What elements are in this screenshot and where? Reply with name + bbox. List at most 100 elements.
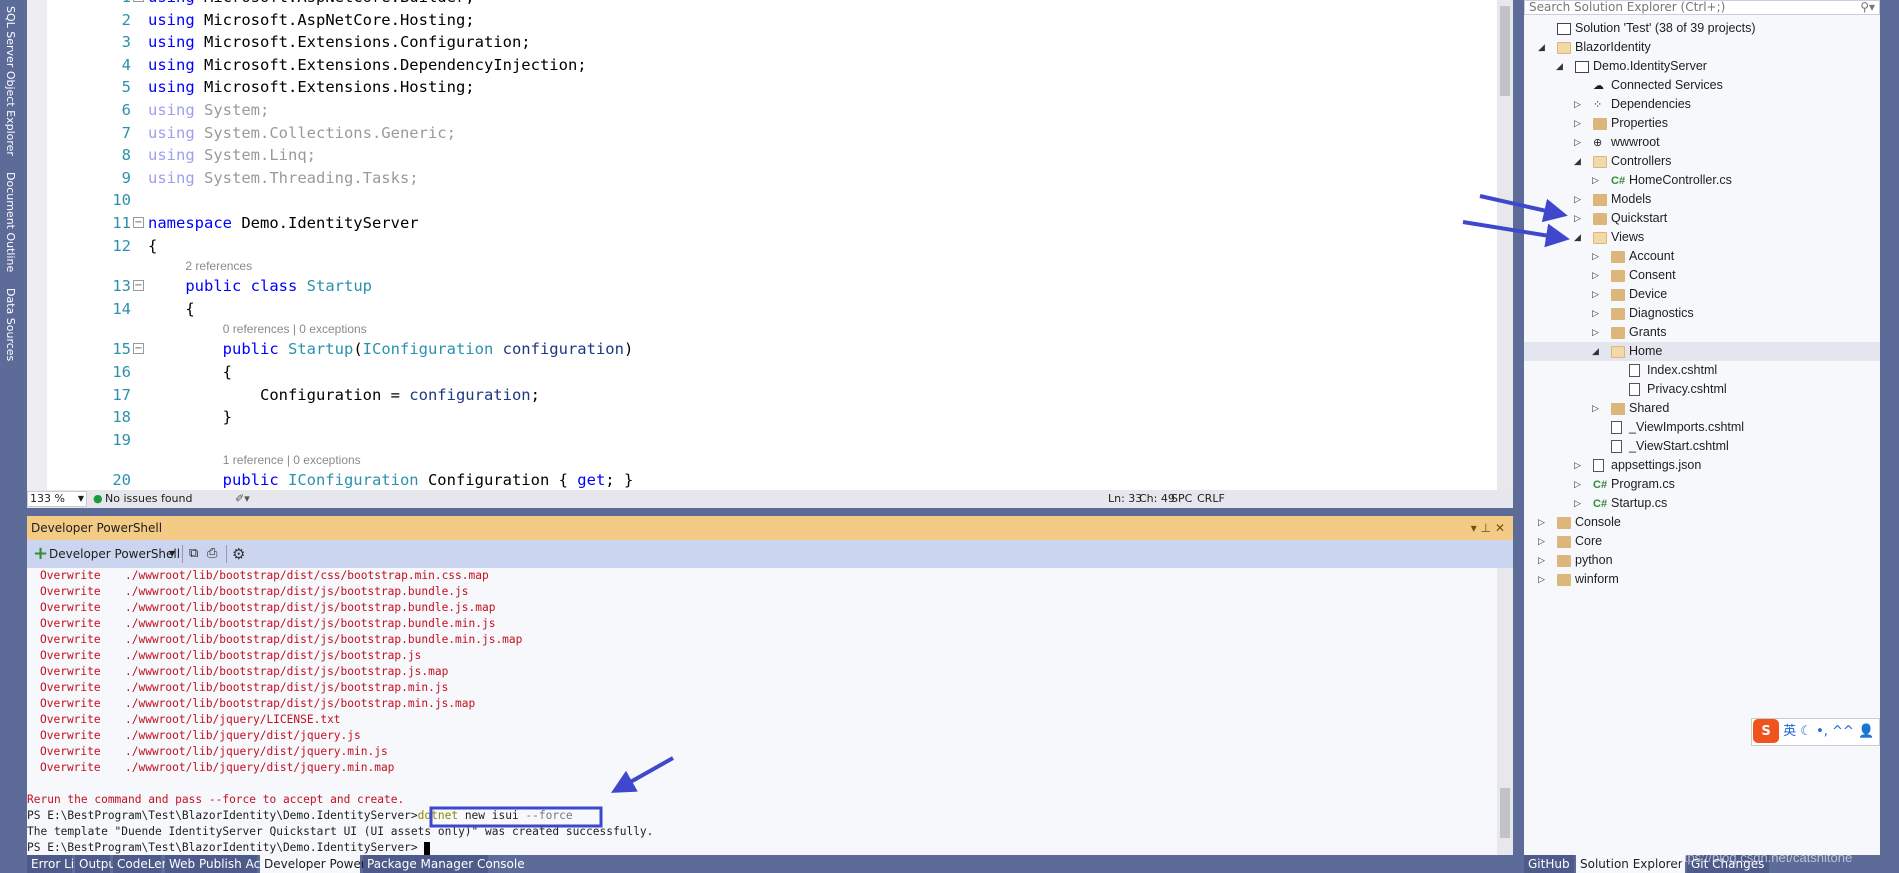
tree-item[interactable]: ▷ C# Startup.cs bbox=[1524, 494, 1880, 513]
emoji-icon[interactable]: ^^ bbox=[1832, 724, 1854, 739]
tree-item[interactable]: Privacy.cshtml bbox=[1524, 380, 1880, 399]
expand-arrow-icon[interactable]: ▷ bbox=[1592, 247, 1599, 266]
tree-item[interactable]: ▷ Grants bbox=[1524, 323, 1880, 342]
tree-item[interactable]: ▷ winform bbox=[1524, 570, 1880, 589]
tree-item[interactable]: Solution 'Test' (38 of 39 projects) bbox=[1524, 19, 1880, 38]
expand-arrow-icon[interactable]: ▷ bbox=[1538, 513, 1545, 532]
copy-icon[interactable]: ⧉ bbox=[189, 540, 198, 568]
expand-arrow-icon[interactable]: ▷ bbox=[1574, 456, 1581, 475]
tree-item[interactable]: ▷ Properties bbox=[1524, 114, 1880, 133]
collapse-arrow-icon[interactable]: ◢ bbox=[1538, 38, 1545, 57]
collapse-icon[interactable]: − bbox=[133, 280, 144, 292]
tree-item[interactable]: ▷ Shared bbox=[1524, 399, 1880, 418]
ime-mode[interactable]: 英 bbox=[1783, 724, 1796, 739]
tab-web-publish-activity[interactable]: Web Publish Activity bbox=[165, 855, 290, 873]
expand-arrow-icon[interactable]: ▷ bbox=[1574, 494, 1581, 513]
terminal-output[interactable]: Overwrite ./wwwroot/lib/bootstrap/dist/cs… bbox=[27, 568, 1513, 855]
tree-item[interactable]: ▷ Account bbox=[1524, 247, 1880, 266]
punctuation-icon[interactable]: •, bbox=[1816, 724, 1828, 739]
tab-document-outline[interactable]: Document Outline bbox=[4, 172, 17, 272]
collapse-arrow-icon[interactable]: ◢ bbox=[1556, 57, 1563, 76]
terminal-scrollbar[interactable] bbox=[1497, 568, 1513, 855]
tree-item[interactable]: ▷ C# Program.cs bbox=[1524, 475, 1880, 494]
tree-item[interactable]: ▷ appsettings.json bbox=[1524, 456, 1880, 475]
close-icon[interactable]: ✕ bbox=[1495, 521, 1505, 535]
tree-item[interactable]: Index.cshtml bbox=[1524, 361, 1880, 380]
collapse-icon[interactable]: − bbox=[133, 343, 144, 355]
tab-github[interactable]: GitHub bbox=[1524, 855, 1574, 873]
expand-arrow-icon[interactable]: ▷ bbox=[1574, 114, 1581, 133]
expand-arrow-icon[interactable]: ▷ bbox=[1574, 95, 1581, 114]
tab-error-list[interactable]: Error List bbox=[27, 855, 85, 873]
expand-arrow-icon[interactable]: ▷ bbox=[1592, 323, 1599, 342]
expand-arrow-icon[interactable]: ▷ bbox=[1592, 171, 1599, 190]
zoom-dropdown[interactable]: 133 % ▼ bbox=[27, 491, 87, 507]
issues-status[interactable]: No issues found bbox=[105, 490, 192, 508]
tree-item[interactable]: ◢ Home bbox=[1524, 342, 1880, 361]
tree-item[interactable]: ▷ Diagnostics bbox=[1524, 304, 1880, 323]
collapse-icon[interactable]: − bbox=[133, 0, 144, 2]
codelens-text[interactable]: 0 references | 0 exceptions bbox=[223, 320, 367, 338]
tree-item[interactable]: ▷ Consent bbox=[1524, 266, 1880, 285]
code-editor[interactable]: 1−using Microsoft.AspNetCore.Builder;2us… bbox=[27, 0, 1513, 490]
tree-item[interactable]: ▷ C# HomeController.cs bbox=[1524, 171, 1880, 190]
gear-icon[interactable]: ⚙ bbox=[232, 540, 245, 568]
codelens-row[interactable]: 1 reference | 0 exceptions bbox=[27, 451, 1497, 469]
tab-solution-explorer[interactable]: Solution Explorer bbox=[1576, 855, 1685, 873]
tab-package-manager-console[interactable]: Package Manager Console bbox=[363, 855, 525, 873]
plus-icon[interactable]: + bbox=[33, 540, 48, 568]
search-icon[interactable]: ⚲▾ bbox=[1860, 1, 1875, 14]
tree-item[interactable]: ▷ ⊕ wwwroot bbox=[1524, 133, 1880, 152]
codelens-text[interactable]: 1 reference | 0 exceptions bbox=[223, 451, 361, 469]
tree-item[interactable]: ▷ Quickstart bbox=[1524, 209, 1880, 228]
codelens-text[interactable]: 2 references bbox=[185, 257, 252, 275]
expand-arrow-icon[interactable]: ▷ bbox=[1574, 190, 1581, 209]
collapse-arrow-icon[interactable]: ◢ bbox=[1574, 228, 1581, 247]
line-number[interactable]: Ln: 33 bbox=[1108, 490, 1142, 508]
tree-item[interactable]: ▷ python bbox=[1524, 551, 1880, 570]
expand-arrow-icon[interactable]: ▷ bbox=[1538, 532, 1545, 551]
solution-search-input[interactable]: Search Solution Explorer (Ctrl+;) ⚲▾ bbox=[1524, 0, 1880, 15]
tree-item[interactable]: _ViewStart.cshtml bbox=[1524, 437, 1880, 456]
cleanup-brush-icon[interactable]: ✐▾ bbox=[235, 490, 250, 508]
tree-item[interactable]: ▷ ⁘ Dependencies bbox=[1524, 95, 1880, 114]
tree-item[interactable]: ▷ Models bbox=[1524, 190, 1880, 209]
tree-item[interactable]: ◢ BlazorIdentity bbox=[1524, 38, 1880, 57]
tree-item[interactable]: ☁ Connected Services bbox=[1524, 76, 1880, 95]
expand-arrow-icon[interactable]: ▷ bbox=[1538, 551, 1545, 570]
dropdown-icon[interactable]: ▾ bbox=[1471, 521, 1477, 535]
expand-arrow-icon[interactable]: ▷ bbox=[1574, 133, 1581, 152]
tab-codelens[interactable]: CodeLens bbox=[113, 855, 175, 873]
tab-developer-powershell[interactable]: Developer PowerShell bbox=[260, 855, 395, 873]
column-number[interactable]: Ch: 49 bbox=[1139, 490, 1175, 508]
tab-output[interactable]: Output bbox=[75, 855, 121, 873]
indent-mode[interactable]: SPC bbox=[1171, 490, 1192, 508]
expand-arrow-icon[interactable]: ▷ bbox=[1592, 266, 1599, 285]
new-terminal-button[interactable]: Developer PowerShell bbox=[49, 540, 180, 568]
collapse-icon[interactable]: − bbox=[133, 216, 144, 228]
expand-arrow-icon[interactable]: ▷ bbox=[1538, 570, 1545, 589]
editor-scrollbar-thumb[interactable] bbox=[1500, 6, 1510, 96]
expand-arrow-icon[interactable]: ▷ bbox=[1574, 209, 1581, 228]
tab-data-sources[interactable]: Data Sources bbox=[4, 288, 17, 361]
expand-arrow-icon[interactable]: ▷ bbox=[1592, 399, 1599, 418]
tab-sql-server-object-explorer[interactable]: SQL Server Object Explorer bbox=[4, 6, 17, 156]
tree-item[interactable]: _ViewImports.cshtml bbox=[1524, 418, 1880, 437]
collapse-arrow-icon[interactable]: ◢ bbox=[1574, 152, 1581, 171]
pin-icon[interactable]: ⊥ bbox=[1481, 521, 1491, 535]
tree-item[interactable]: ◢ Demo.IdentityServer bbox=[1524, 57, 1880, 76]
tree-item[interactable]: ▷ Core bbox=[1524, 532, 1880, 551]
tree-item[interactable]: ◢ Views bbox=[1524, 228, 1880, 247]
ime-toolbar[interactable]: S 英 ☾ •, ^^ 👤 bbox=[1751, 718, 1880, 746]
user-icon[interactable]: 👤 bbox=[1858, 724, 1874, 739]
expand-arrow-icon[interactable]: ▷ bbox=[1592, 304, 1599, 323]
collapse-arrow-icon[interactable]: ◢ bbox=[1592, 342, 1599, 361]
tree-item[interactable]: ▷ Device bbox=[1524, 285, 1880, 304]
codelens-row[interactable]: 0 references | 0 exceptions bbox=[27, 320, 1497, 338]
tree-item[interactable]: ▷ Console bbox=[1524, 513, 1880, 532]
tree-item[interactable]: ◢ Controllers bbox=[1524, 152, 1880, 171]
line-ending[interactable]: CRLF bbox=[1197, 490, 1225, 508]
codelens-row[interactable]: 2 references bbox=[27, 257, 1497, 275]
chevron-down-icon[interactable]: ▼ bbox=[169, 540, 175, 568]
paste-icon[interactable]: ⎙ bbox=[207, 540, 217, 568]
